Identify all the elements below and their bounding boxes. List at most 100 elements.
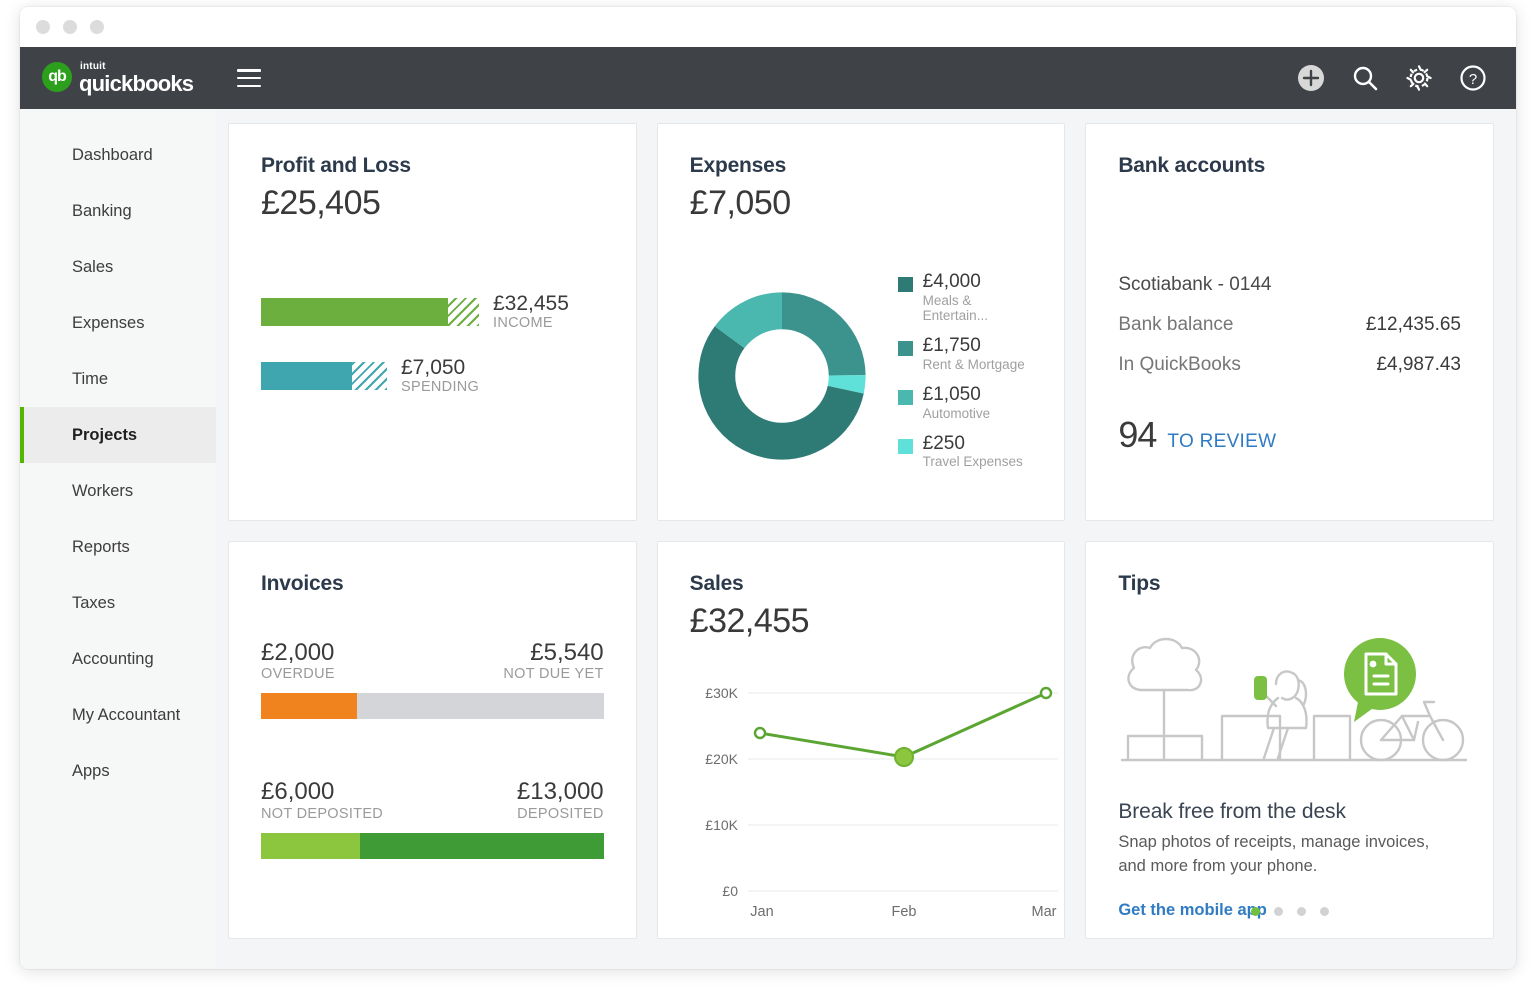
sidebar-item-apps[interactable]: Apps: [20, 743, 216, 799]
spending-value: £7,050: [401, 357, 479, 379]
legend-value: £1,050: [923, 384, 991, 406]
carousel-dot-1[interactable]: [1251, 907, 1260, 916]
sidebar-item-label: Accounting: [72, 650, 154, 669]
sidebar-item-my-accountant[interactable]: My Accountant: [20, 687, 216, 743]
window-close-dot[interactable]: [36, 20, 50, 34]
not-deposited-caption: NOT DEPOSITED: [261, 806, 383, 822]
invoices-deposit-bar: [261, 833, 604, 859]
sidebar-item-taxes[interactable]: Taxes: [20, 575, 216, 631]
sidebar-item-label: Expenses: [72, 314, 144, 333]
income-value: £32,455: [493, 293, 569, 315]
sidebar-item-expenses[interactable]: Expenses: [20, 295, 216, 351]
overdue-segment: [261, 693, 357, 719]
svg-text:?: ?: [1469, 71, 1477, 88]
carousel-dot-4[interactable]: [1320, 907, 1329, 916]
sidebar-item-time[interactable]: Time: [20, 351, 216, 407]
in-quickbooks-row: In QuickBooks £4,987.43: [1118, 354, 1461, 376]
legend-value: £1,750: [923, 335, 1025, 357]
expenses-card[interactable]: Expenses £7,050: [657, 123, 1066, 521]
in-quickbooks-label: In QuickBooks: [1118, 354, 1241, 376]
income-bar-row: £32,455 INCOME: [261, 293, 604, 331]
legend-swatch: [898, 390, 913, 405]
bank-balance-label: Bank balance: [1118, 314, 1233, 336]
sales-card[interactable]: Sales £32,455 £30K: [657, 541, 1066, 939]
tips-card[interactable]: Tips: [1085, 541, 1494, 939]
overdue-amount: £2,000: [261, 640, 335, 666]
profit-and-loss-amount: £25,405: [261, 184, 604, 223]
window-titlebar: [20, 7, 1516, 47]
carousel-dot-3[interactable]: [1297, 907, 1306, 916]
not-deposited-amount: £6,000: [261, 779, 383, 805]
carousel-dot-2[interactable]: [1274, 907, 1283, 916]
invoices-due-block: £2,000 OVERDUE £5,540 NOT DUE YET: [261, 640, 604, 719]
invoices-due-bar: [261, 693, 604, 719]
sidebar-item-label: Projects: [72, 426, 137, 445]
dashboard-grid: Profit and Loss £25,405 £32,455 INCOME: [216, 109, 1516, 969]
quickbooks-logo[interactable]: qb intuit quickbooks: [42, 62, 193, 95]
spending-bar-row: £7,050 SPENDING: [261, 357, 604, 395]
xtick-label-feb: Feb: [891, 904, 916, 920]
bank-accounts-card[interactable]: Bank accounts Scotiabank - 0144 Bank bal…: [1085, 123, 1494, 521]
to-review-row[interactable]: 94 TO REVIEW: [1118, 414, 1461, 456]
sidebar-nav: Dashboard Banking Sales Expenses Time Pr…: [20, 109, 216, 969]
review-count: 94: [1118, 414, 1156, 456]
hamburger-menu-icon[interactable]: [237, 69, 261, 87]
help-circle-icon[interactable]: ?: [1458, 63, 1488, 93]
sidebar-item-label: Banking: [72, 202, 132, 221]
sidebar-item-label: Sales: [72, 258, 113, 277]
not-due-yet-amount: £5,540: [503, 640, 603, 666]
sidebar-item-workers[interactable]: Workers: [20, 463, 216, 519]
ytick-label-10k: £10K: [705, 817, 738, 833]
legend-item: £4,000 Meals & Entertain...: [898, 271, 1033, 323]
sidebar-item-projects[interactable]: Projects: [20, 407, 216, 463]
legend-label: Automotive: [923, 406, 991, 421]
card-title: Bank accounts: [1118, 154, 1461, 178]
sales-amount: £32,455: [690, 602, 1033, 641]
deposited-segment: [360, 833, 603, 859]
legend-value: £250: [923, 433, 1023, 455]
sidebar-item-sales[interactable]: Sales: [20, 239, 216, 295]
data-point-feb: [895, 748, 913, 766]
sidebar-item-label: Dashboard: [72, 146, 153, 165]
expenses-amount: £7,050: [690, 184, 1033, 223]
search-icon[interactable]: [1350, 63, 1380, 93]
xtick-label-mar: Mar: [1031, 904, 1056, 920]
invoices-card[interactable]: Invoices £2,000 OVERDUE £5,540 NOT DUE Y…: [228, 541, 637, 939]
legend-label: Travel Expenses: [923, 454, 1023, 469]
sidebar-item-dashboard[interactable]: Dashboard: [20, 127, 216, 183]
plus-circle-icon[interactable]: [1296, 63, 1326, 93]
sidebar-item-label: Apps: [72, 762, 110, 781]
to-review-link[interactable]: TO REVIEW: [1167, 431, 1276, 453]
tips-body-text: Snap photos of receipts, manage invoices…: [1118, 831, 1461, 879]
profit-and-loss-card[interactable]: Profit and Loss £25,405 £32,455 INCOME: [228, 123, 637, 521]
deposited-caption: DEPOSITED: [517, 806, 604, 822]
intuit-wordmark: intuit: [80, 62, 193, 72]
sidebar-item-label: Time: [72, 370, 108, 389]
tips-carousel-dots: [1086, 907, 1493, 916]
app-header: qb intuit quickbooks: [20, 47, 1516, 109]
data-point-jan: [755, 728, 765, 738]
sidebar-item-banking[interactable]: Banking: [20, 183, 216, 239]
income-caption: INCOME: [493, 315, 569, 331]
bank-balance-row: Bank balance £12,435.65: [1118, 314, 1461, 336]
sales-line-chart: £30K £20K £10K £0 Jan Feb: [690, 675, 1033, 915]
xtick-label-jan: Jan: [750, 904, 773, 920]
legend-item: £1,050 Automotive: [898, 384, 1033, 421]
expenses-donut-chart: [696, 290, 868, 462]
sidebar-item-label: Taxes: [72, 594, 115, 613]
sidebar-item-reports[interactable]: Reports: [20, 519, 216, 575]
card-title: Sales: [690, 572, 1033, 596]
qb-logo-mark: qb: [42, 62, 72, 92]
window-maximize-dot[interactable]: [90, 20, 104, 34]
not-due-yet-caption: NOT DUE YET: [503, 666, 603, 682]
quickbooks-wordmark: quickbooks: [79, 73, 193, 95]
sidebar-item-accounting[interactable]: Accounting: [20, 631, 216, 687]
window-minimize-dot[interactable]: [63, 20, 77, 34]
in-quickbooks-value: £4,987.43: [1376, 354, 1461, 376]
person-on-bench-with-phone-tree-bicycle-illustration: [1118, 618, 1470, 778]
gear-icon[interactable]: [1404, 63, 1434, 93]
data-point-mar: [1041, 688, 1051, 698]
sidebar-item-label: Reports: [72, 538, 130, 557]
ytick-label-30k: £30K: [705, 685, 738, 701]
legend-label: Rent & Mortgage: [923, 357, 1025, 372]
